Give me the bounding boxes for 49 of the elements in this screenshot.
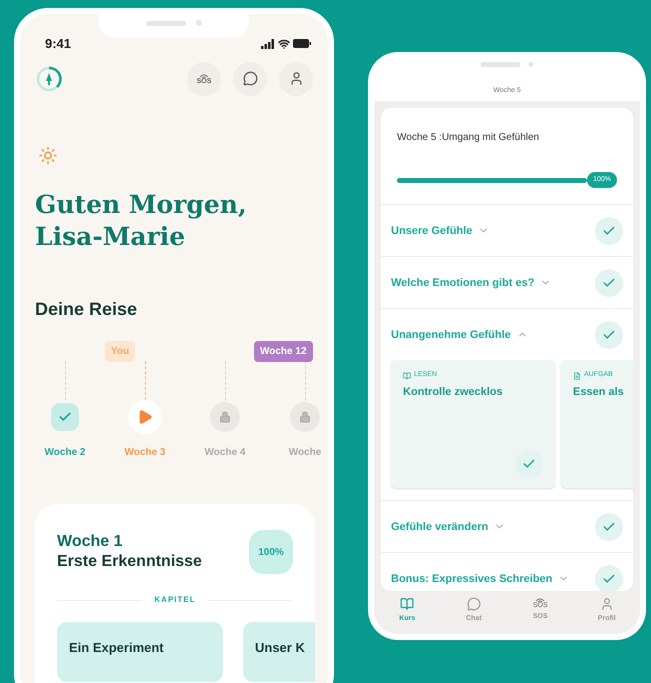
status-time: 9:41 xyxy=(45,35,72,53)
chapter-card[interactable]: Unser K xyxy=(243,622,315,682)
week-label[interactable]: Woche 3 xyxy=(124,445,166,460)
week-label[interactable]: Woche 4 xyxy=(204,445,246,460)
week-label[interactable]: Woche xyxy=(288,445,322,460)
notch xyxy=(480,62,534,67)
goal-marker: Woche 12 xyxy=(254,341,312,362)
chapter-title: Bonus: Expressives Schreiben xyxy=(391,572,552,587)
section-title: Deine Reise xyxy=(35,298,138,322)
battery-icon xyxy=(293,39,311,48)
week-card[interactable]: Woche 1 Erste Erkenntnisse 100% KAPITEL Ein Experiment Unser K xyxy=(35,504,315,683)
lock-icon xyxy=(210,402,240,432)
chapter-title: Unsere Gefühle xyxy=(391,224,472,239)
you-marker: You xyxy=(105,341,136,362)
chapter-title: Ein Experiment xyxy=(69,640,164,655)
chapter-card[interactable]: Ein Experiment xyxy=(57,622,223,682)
chapter-title: Unangenehme Gefühle xyxy=(391,328,511,343)
lesson-title: Essen als xyxy=(573,384,625,400)
check-icon xyxy=(51,403,79,431)
book-icon xyxy=(403,372,411,380)
chapter-title: Unser K xyxy=(255,640,305,655)
lesson-title: Kontrolle zwecklos xyxy=(403,384,504,400)
profile-icon xyxy=(600,596,614,610)
signal-icon xyxy=(261,38,275,49)
chat-icon xyxy=(466,596,481,610)
chapter-row[interactable]: Unsere Gefühle xyxy=(381,205,633,256)
week-subtitle: Erste Erkenntnisse xyxy=(57,552,202,572)
chapter-title: Gefühle verändern xyxy=(391,520,488,535)
wifi-icon xyxy=(278,38,290,50)
card-title: Woche 5 :Umgang mit Gefühlen xyxy=(397,132,540,143)
chapter-row[interactable]: Welche Emotionen gibt es? xyxy=(381,257,633,308)
chapter-row[interactable]: Unangenehme Gefühle xyxy=(381,309,633,360)
profile-button[interactable] xyxy=(279,62,313,96)
lock-icon xyxy=(290,402,320,432)
week-label[interactable]: Woche 2 xyxy=(44,445,86,460)
greeting-heading: Guten Morgen, Lisa-Marie xyxy=(35,189,248,254)
logo-icon[interactable] xyxy=(35,64,63,92)
chapter-row[interactable]: Bonus: Expressives Schreiben xyxy=(381,553,633,590)
chat-button[interactable] xyxy=(233,62,267,96)
play-icon xyxy=(128,400,162,434)
week-title: Woche 1 xyxy=(57,532,124,552)
chat-icon xyxy=(242,71,258,86)
section-label: KAPITEL xyxy=(154,594,196,606)
progress-badge: 100% xyxy=(249,530,293,574)
chapter-row[interactable]: Gefühle verändern xyxy=(381,501,633,552)
chapter-title: Welche Emotionen gibt es? xyxy=(391,276,534,291)
profile-icon xyxy=(288,71,304,86)
document-icon xyxy=(573,372,581,380)
book-icon xyxy=(400,596,414,610)
